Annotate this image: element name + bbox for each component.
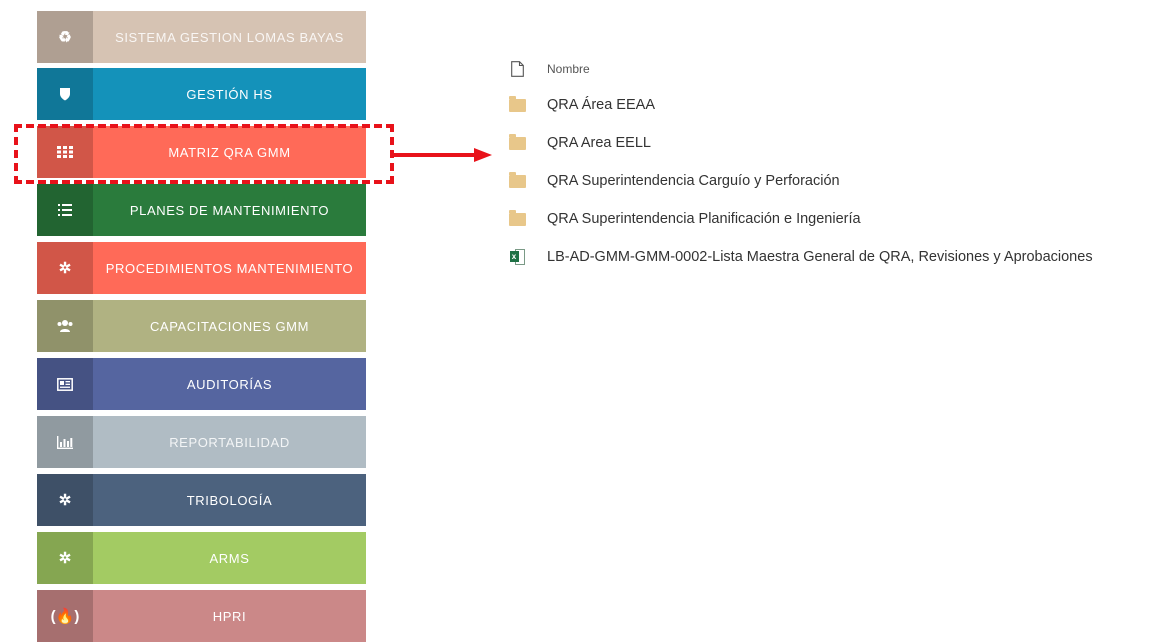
gears-icon: ✲ bbox=[37, 474, 93, 526]
nav-tile-gestion-hs[interactable]: GESTIÓN HS bbox=[37, 68, 366, 120]
file-icon bbox=[507, 61, 527, 77]
nav-tile-label: HPRI bbox=[212, 608, 247, 624]
file-list: Nombre QRA Área EEAA QRA Area EELL QRA S… bbox=[507, 52, 1157, 276]
list-item-name[interactable]: QRA Superintendencia Carguío y Perforaci… bbox=[547, 173, 840, 189]
gears-icon: ✲ bbox=[37, 532, 93, 584]
nav-tile-label: SISTEMA GESTION LOMAS BAYAS bbox=[115, 29, 344, 45]
column-header-name: Nombre bbox=[547, 62, 590, 76]
fire-icon: (🔥) bbox=[37, 590, 93, 642]
list-icon bbox=[37, 184, 93, 236]
recycle-icon: ♻ bbox=[37, 11, 93, 63]
nav-tile-label: TRIBOLOGÍA bbox=[186, 492, 273, 508]
nav-tile-auditorias[interactable]: AUDITORÍAS bbox=[37, 358, 366, 410]
nav-tile-hpri[interactable]: (🔥) HPRI bbox=[37, 590, 366, 642]
arrow-right-icon bbox=[394, 148, 492, 162]
file-list-header[interactable]: Nombre bbox=[507, 52, 1157, 86]
list-item-name[interactable]: LB-AD-GMM-GMM-0002-Lista Maestra General… bbox=[547, 249, 1093, 265]
folder-icon bbox=[507, 209, 527, 227]
list-item-name[interactable]: QRA Área EEAA bbox=[547, 97, 655, 113]
folder-icon bbox=[507, 95, 527, 113]
highlight-box bbox=[14, 124, 394, 184]
list-item-name[interactable]: QRA Area EELL bbox=[547, 135, 651, 151]
nav-tile-label: PLANES DE MANTENIMIENTO bbox=[129, 202, 330, 218]
excel-file-icon: x bbox=[507, 248, 527, 265]
list-item[interactable]: QRA Área EEAA bbox=[507, 86, 1157, 124]
nav-tile-sistema-gestion[interactable]: ♻ SISTEMA GESTION LOMAS BAYAS bbox=[37, 11, 366, 63]
list-item[interactable]: QRA Superintendencia Carguío y Perforaci… bbox=[507, 162, 1157, 200]
nav-tile-label: GESTIÓN HS bbox=[186, 86, 273, 102]
nav-tile-capacitaciones[interactable]: CAPACITACIONES GMM bbox=[37, 300, 366, 352]
gears-icon: ✲ bbox=[37, 242, 93, 294]
list-item[interactable]: QRA Area EELL bbox=[507, 124, 1157, 162]
shield-icon bbox=[37, 68, 93, 120]
nav-tile-label: PROCEDIMIENTOS MANTENIMIENTO bbox=[105, 260, 354, 276]
list-item[interactable]: x LB-AD-GMM-GMM-0002-Lista Maestra Gener… bbox=[507, 238, 1157, 276]
list-item[interactable]: QRA Superintendencia Planificación e Ing… bbox=[507, 200, 1157, 238]
nav-tile-arms[interactable]: ✲ ARMS bbox=[37, 532, 366, 584]
users-icon bbox=[37, 300, 93, 352]
nav-tile-planes-mantenimiento[interactable]: PLANES DE MANTENIMIENTO bbox=[37, 184, 366, 236]
nav-tile-tribologia[interactable]: ✲ TRIBOLOGÍA bbox=[37, 474, 366, 526]
nav-tile-procedimientos[interactable]: ✲ PROCEDIMIENTOS MANTENIMIENTO bbox=[37, 242, 366, 294]
nav-tile-label: AUDITORÍAS bbox=[186, 376, 273, 392]
list-item-name[interactable]: QRA Superintendencia Planificación e Ing… bbox=[547, 211, 861, 227]
nav-tile-label: ARMS bbox=[209, 550, 250, 566]
folder-icon bbox=[507, 133, 527, 151]
newspaper-icon bbox=[37, 358, 93, 410]
folder-icon bbox=[507, 171, 527, 189]
nav-tile-reportabilidad[interactable]: REPORTABILIDAD bbox=[37, 416, 366, 468]
nav-tile-label: CAPACITACIONES GMM bbox=[149, 318, 310, 334]
nav-tile-label: REPORTABILIDAD bbox=[169, 434, 290, 450]
bar-chart-icon bbox=[37, 416, 93, 468]
